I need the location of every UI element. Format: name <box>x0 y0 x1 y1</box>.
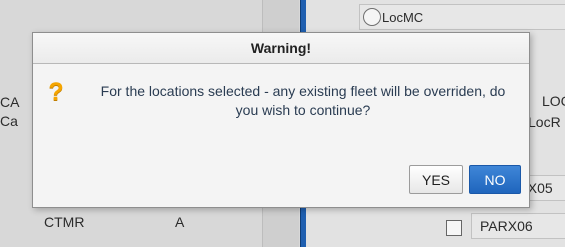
warning-dialog: Warning! ? For the locations selected - … <box>32 32 530 208</box>
background-loc-lower-label: LocR <box>528 114 561 130</box>
app-window: CA Ca CTMR A LocMC LOC LocR PARX05 PARX0… <box>0 0 565 247</box>
background-ca-lower-label: Ca <box>0 113 18 129</box>
location-row-2-label: PARX06 <box>480 218 533 234</box>
dialog-body: ? For the locations selected - any exist… <box>33 64 529 207</box>
no-button[interactable]: NO <box>469 165 521 194</box>
yes-button[interactable]: YES <box>409 165 463 194</box>
location-radio-label: LocMC <box>382 10 424 25</box>
location-row-2-checkbox[interactable] <box>446 220 462 236</box>
background-ca-upper-label: CA <box>0 94 20 110</box>
background-row-col-2: A <box>175 214 185 230</box>
dialog-title: Warning! <box>250 40 312 56</box>
background-loc-upper-label: LOC <box>542 93 565 109</box>
location-radio-button[interactable] <box>363 8 381 26</box>
dialog-message: For the locations selected - any existin… <box>100 83 506 118</box>
question-icon: ? <box>48 78 64 106</box>
background-row-col-1: CTMR <box>44 214 85 230</box>
dialog-titlebar: Warning! <box>33 33 529 64</box>
